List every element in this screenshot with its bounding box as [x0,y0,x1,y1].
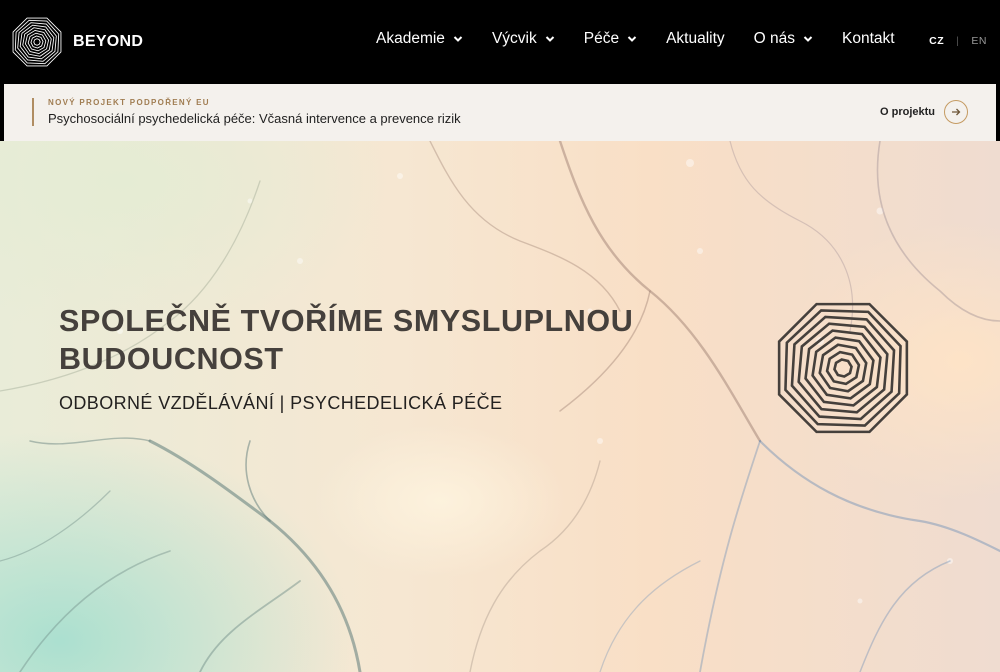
nav-item-label: Výcvik [491,30,537,47]
announcement-title-link[interactable]: Psychosociální psychedelická péče: Včasn… [48,111,461,126]
nav-item-kontakt[interactable]: Kontakt [842,30,895,48]
nav-item-label: Aktuality [666,30,725,47]
chevron-down-icon [545,36,554,42]
nav-item-akademie[interactable]: Akademie [376,30,463,48]
nav-item-aktuality[interactable]: Aktuality [666,30,725,48]
language-switcher: CZ | EN [929,35,987,47]
language-en-link[interactable]: EN [971,35,987,47]
octagon-spiral-logo-icon [12,17,62,67]
octagon-ring [33,38,41,46]
octagon-ring [797,322,889,414]
nav-item-label: Péče [583,30,620,47]
octagon-ring [22,27,52,57]
octagon-ring [784,309,902,427]
eu-project-announcement: NOVÝ PROJEKT PODPOŘENÝ EU Psychosociální… [4,84,996,141]
octagon-ring [14,19,60,65]
octagon-ring [777,302,909,434]
nav-item-o-nas[interactable]: O nás [754,30,813,48]
nav-item-vycvik[interactable]: Výcvik [492,30,555,48]
about-project-button[interactable]: O projektu [880,100,968,124]
language-separator: | [956,35,960,47]
nav-item-label: O nás [753,30,796,47]
octagon-ring [833,358,853,378]
announcement-kicker: NOVÝ PROJEKT PODPOŘENÝ EU [48,98,210,107]
about-project-label: O projektu [879,106,935,118]
hero-subheadline: ODBORNÉ VZDĚLÁVÁNÍ | PSYCHEDELICKÁ PÉČE [59,393,503,413]
nav-item-label: Kontakt [842,30,895,47]
brand-name: BEYOND [73,33,144,50]
hero-headline: SPOLEČNĚ TVOŘÍME SMYSLUPLNOU BUDOUCNOST [59,304,634,376]
octagon-ring [12,17,62,67]
main-menu: Akademie Výcvik Péče Aktuality O nás Kon… [376,30,895,48]
arrow-right-icon [952,108,961,116]
octagon-ring [19,24,55,60]
chevron-down-icon [627,36,637,42]
language-cz-link[interactable]: CZ [929,35,944,47]
octagon-ring [804,329,882,407]
brand-logo-link[interactable]: BEYOND [10,15,143,69]
nav-item-label: Akademie [376,30,445,47]
hero-section: SPOLEČNĚ TVOŘÍME SMYSLUPLNOU BUDOUCNOST … [0,141,1000,672]
chevron-down-icon [453,36,463,42]
octagon-spiral-icon [777,302,909,434]
octagon-ring [30,35,44,49]
announcement-accent-rule [32,98,34,126]
nav-item-pece[interactable]: Péče [584,30,637,48]
chevron-down-icon [803,36,813,42]
top-navigation-bar: BEYOND Akademie Výcvik Péče Aktuality O … [0,0,1000,84]
octagon-ring [825,350,861,386]
arrow-circle [944,100,968,124]
